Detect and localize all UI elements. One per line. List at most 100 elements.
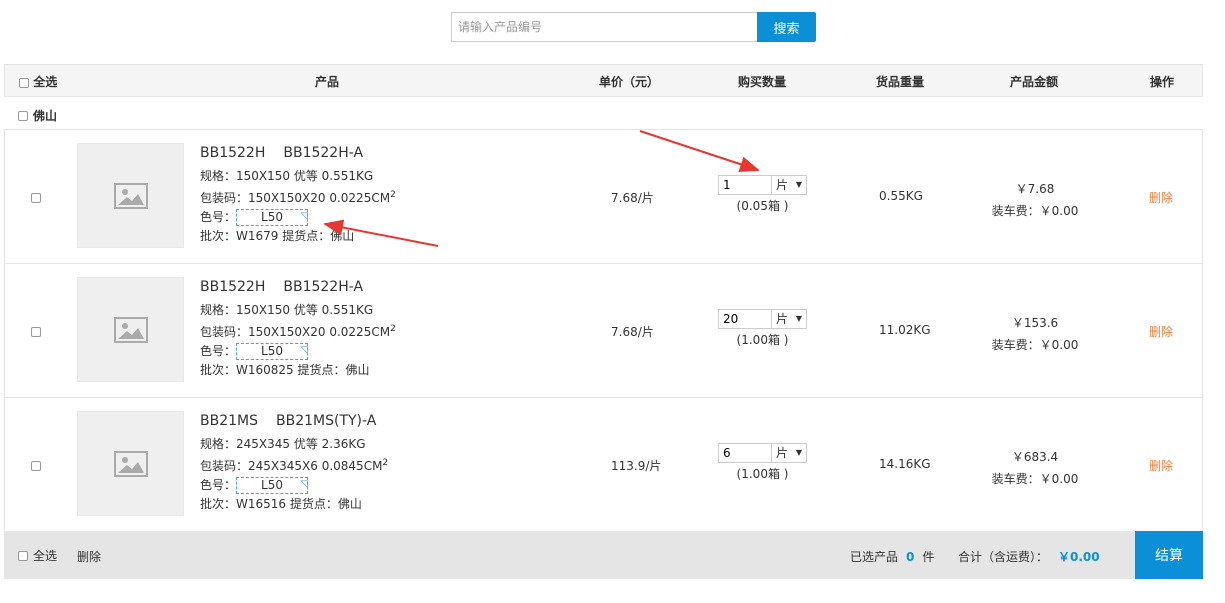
quantity-input[interactable]: [718, 309, 772, 329]
color-label: 色号：: [200, 210, 237, 224]
product-spec: 规格：150X150 优等 0.551KG: [200, 303, 374, 317]
product-name[interactable]: BB1522H BB1522H-A: [200, 278, 396, 297]
row-checkbox[interactable]: [31, 461, 41, 471]
footer-select-all[interactable]: 全选: [18, 547, 57, 564]
quantity-input[interactable]: [718, 443, 772, 463]
product-batch: 批次：W160825 提货点：佛山: [200, 363, 370, 377]
product-name[interactable]: BB1522H BB1522H-A: [200, 144, 396, 163]
unit-select[interactable]: 片 ▼: [772, 443, 807, 463]
superscript-2: 2: [382, 458, 389, 468]
unit-select[interactable]: 片 ▼: [772, 309, 807, 329]
color-label: 色号：: [200, 344, 237, 358]
search-button[interactable]: 搜索: [757, 12, 816, 42]
product-model: BB1522H-A: [283, 279, 364, 295]
product-weight: 0.55KG: [879, 189, 923, 203]
edit-icon[interactable]: ◹: [300, 209, 308, 224]
product-spec: 规格：150X150 优等 0.551KG: [200, 169, 374, 183]
header-select-all[interactable]: 全选: [19, 73, 57, 90]
cart-row: BB1522H BB1522H-A 规格：150X150 优等 0.551KG 包…: [5, 264, 1202, 398]
search-input[interactable]: [451, 12, 757, 42]
shipping-fee: 装车费：￥0.00: [991, 204, 1079, 218]
total-value: ￥0.00: [1058, 550, 1100, 564]
dropdown-arrow-icon: ▼: [795, 448, 802, 457]
cart-row: BB1522H BB1522H-A 规格：150X150 优等 0.551KG 包…: [5, 130, 1202, 264]
delete-link[interactable]: 删除: [1149, 457, 1173, 474]
product-model: BB21MS(TY)-A: [276, 413, 377, 429]
product-color-row: 色号： L50 ◹: [200, 342, 396, 361]
product-name[interactable]: BB21MS BB21MS(TY)-A: [200, 412, 394, 431]
cart-table-header: 全选 产品 单价（元） 购买数量 货品重量 产品金额 操作: [4, 64, 1203, 97]
color-select[interactable]: L50 ◹: [236, 477, 309, 494]
header-action: 操作: [1150, 75, 1175, 89]
product-image-placeholder[interactable]: [77, 143, 184, 248]
color-label: 色号：: [200, 478, 237, 492]
product-weight: 11.02KG: [879, 323, 931, 337]
product-pack-text: 包装码：150X150X20 0.0225CM: [200, 325, 391, 339]
product-spec: 规格：245X345 优等 2.36KG: [200, 437, 366, 451]
edit-icon[interactable]: ◹: [300, 477, 308, 492]
amount-value: ￥7.68: [1015, 182, 1055, 196]
product-amount: ￥153.6 装车费：￥0.00: [990, 312, 1080, 356]
color-select[interactable]: L50 ◹: [236, 209, 309, 226]
quantity-input[interactable]: [718, 175, 772, 195]
row-checkbox[interactable]: [31, 193, 41, 203]
quantity-control: 片▼ (0.05箱 ): [718, 175, 807, 214]
footer-select-all-label: 全选: [33, 549, 58, 563]
row-checkbox[interactable]: [31, 327, 41, 337]
amount-value: ￥153.6: [1011, 316, 1059, 330]
search-bar: 搜索: [451, 12, 816, 42]
unit-value: 片: [776, 178, 789, 192]
group-checkbox[interactable]: [18, 110, 28, 121]
unit-value: 片: [776, 446, 789, 460]
unit-price: 7.68/片: [611, 191, 654, 205]
selected-suffix: 件: [922, 550, 935, 564]
product-image-placeholder[interactable]: [77, 411, 184, 516]
total-label: 合计（含运费）：: [958, 550, 1049, 564]
box-count: (1.00箱 ): [736, 333, 789, 347]
cart-footer: 全选 删除 已选产品 0 件 合计（含运费）： ￥0.00 结算: [4, 531, 1203, 579]
color-value: L50: [261, 344, 283, 358]
product-code: BB1522H: [200, 145, 266, 161]
shipping-fee: 装车费：￥0.00: [991, 338, 1079, 352]
edit-icon[interactable]: ◹: [300, 343, 308, 358]
superscript-2: 2: [390, 324, 396, 334]
dropdown-arrow-icon: ▼: [795, 314, 802, 323]
delete-link[interactable]: 删除: [1149, 189, 1173, 206]
product-image-placeholder[interactable]: [77, 277, 184, 382]
shipping-fee: 装车费：￥0.00: [991, 472, 1079, 486]
product-amount: ￥683.4 装车费：￥0.00: [990, 446, 1080, 490]
box-count: (1.00箱 ): [736, 467, 789, 481]
select-all-checkbox[interactable]: [19, 77, 29, 88]
product-color-row: 色号： L50 ◹: [200, 208, 396, 227]
amount-value: ￥683.4: [1011, 450, 1059, 464]
header-product: 产品: [315, 75, 340, 89]
unit-value: 片: [776, 312, 789, 326]
image-icon: [113, 450, 148, 477]
product-weight: 14.16KG: [879, 457, 931, 471]
unit-select[interactable]: 片 ▼: [772, 175, 807, 195]
image-icon: [113, 182, 148, 209]
selected-count: 0: [906, 550, 915, 564]
product-pack: 包装码：150X150X20 0.0225CM2: [200, 186, 396, 208]
checkout-button[interactable]: 结算: [1135, 531, 1203, 579]
selected-count-text: 已选产品 0 件: [850, 548, 934, 565]
product-pack-text: 包装码：150X150X20 0.0225CM: [200, 191, 391, 205]
footer-select-all-checkbox[interactable]: [18, 550, 28, 561]
product-model: BB1522H-A: [283, 145, 364, 161]
delete-link[interactable]: 删除: [1149, 323, 1173, 340]
total-text: 合计（含运费）： ￥0.00: [958, 548, 1100, 565]
product-batch: 批次：W1679 提货点：佛山: [200, 229, 355, 243]
select-all-label: 全选: [33, 75, 58, 89]
color-select[interactable]: L50 ◹: [236, 343, 309, 360]
header-unit-price: 单价（元）: [599, 75, 660, 89]
product-info: BB1522H BB1522H-A 规格：150X150 优等 0.551KG 包…: [200, 144, 396, 246]
product-pack: 包装码：150X150X20 0.0225CM2: [200, 320, 396, 342]
cart-row: BB21MS BB21MS(TY)-A 规格：245X345 优等 2.36KG …: [5, 398, 1202, 532]
footer-delete-button[interactable]: 删除: [77, 548, 101, 565]
group-name: 佛山: [33, 109, 58, 123]
color-value: L50: [261, 478, 283, 492]
product-code: BB1522H: [200, 279, 266, 295]
product-color-row: 色号： L50 ◹: [200, 476, 394, 495]
product-info: BB21MS BB21MS(TY)-A 规格：245X345 优等 2.36KG …: [200, 412, 394, 514]
header-quantity: 购买数量: [738, 75, 787, 89]
